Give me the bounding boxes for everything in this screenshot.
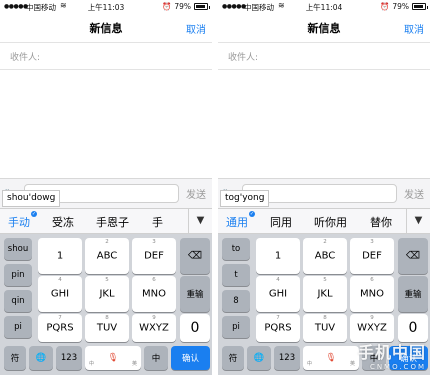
cancel-button[interactable]: 取消: [404, 21, 424, 36]
delete-button[interactable]: ⌫: [180, 238, 210, 274]
battery-percent: 79%: [392, 2, 409, 11]
keyboard: shou pin qin pi 1 2 ABC 3 DEF 4 GHI 5 JKL 6M…: [0, 234, 212, 375]
backspace-icon: ⌫: [405, 250, 421, 262]
candidate-1[interactable]: 通用: [226, 214, 248, 230]
recipient-field[interactable]: 收件人:: [0, 42, 212, 70]
pinyin-option-4[interactable]: pi: [4, 316, 32, 338]
key-7[interactable]: 7 PQRS: [256, 314, 300, 342]
key-1[interactable]: 1: [38, 238, 82, 274]
candidate-2[interactable]: 受冻: [52, 214, 74, 230]
nav-bar: 新信息 取消: [218, 14, 430, 42]
battery-percent: 79%: [174, 2, 191, 11]
candidate-3[interactable]: 手恩子: [96, 214, 129, 230]
pinyin-option-2[interactable]: t: [222, 264, 250, 286]
key-3[interactable]: 3 DEF: [350, 238, 394, 274]
key-3[interactable]: 3 DEF: [132, 238, 176, 274]
space-key[interactable]: 中 🎙 英: [85, 346, 141, 370]
reenter-button[interactable]: 重输: [398, 276, 428, 312]
screen-left: ●●●●● 中国移动 ≋ 上午11:03 ⏰ 79% 新信息 取消 收件人: 📷…: [0, 0, 212, 375]
candidate-4[interactable]: 替你: [370, 214, 392, 230]
send-button[interactable]: 发送: [404, 186, 424, 201]
pinyin-option-3[interactable]: 8: [222, 290, 250, 312]
recipient-label: 收件人:: [10, 53, 41, 63]
delete-button[interactable]: ⌫: [398, 238, 428, 274]
alarm-icon: ⏰: [379, 2, 390, 11]
confirm-button[interactable]: 确认: [171, 346, 210, 370]
send-button[interactable]: 发送: [186, 186, 206, 201]
pinyin-option-3[interactable]: qin: [4, 290, 32, 312]
recipient-label: 收件人:: [228, 53, 259, 63]
symbol-key[interactable]: 符: [222, 346, 244, 370]
pinyin-option-1[interactable]: to: [222, 238, 250, 260]
pinyin-option-1[interactable]: shou: [4, 238, 32, 260]
key-0[interactable]: 0: [398, 314, 428, 342]
pinyin-composition: tog'yong: [220, 190, 270, 207]
symbol-key[interactable]: 符: [4, 346, 26, 370]
candidate-4[interactable]: 手: [152, 214, 163, 230]
key-0[interactable]: 0: [180, 314, 210, 342]
key-4[interactable]: 4 GHI: [256, 276, 300, 312]
pinyin-option-2[interactable]: pin: [4, 264, 32, 286]
watermark-logo: 手机中国 CNMO.COM: [357, 343, 426, 371]
language-switch-key[interactable]: 中: [144, 346, 168, 370]
number-mode-key[interactable]: 123: [274, 346, 300, 370]
candidate-3[interactable]: 听你用: [314, 214, 347, 230]
battery-icon: [412, 3, 428, 10]
candidate-2[interactable]: 同用: [270, 214, 292, 230]
chevron-down-icon[interactable]: ▼: [406, 209, 430, 233]
backspace-icon: ⌫: [187, 250, 203, 262]
battery-icon: [194, 3, 210, 10]
alarm-icon: ⏰: [161, 2, 172, 11]
candidate-bar: 手动 ✓ 受冻 手恩子 手 ▼: [0, 208, 212, 234]
page-title: 新信息: [307, 22, 341, 35]
candidate-bar: 通用 ✓ 同用 听你用 替你 ▼: [218, 208, 430, 234]
pinyin-composition: shou'dowg: [2, 190, 61, 207]
key-8[interactable]: 8 TUV: [303, 314, 347, 342]
cancel-button[interactable]: 取消: [186, 21, 206, 36]
chevron-down-icon[interactable]: ▼: [188, 209, 212, 233]
page-title: 新信息: [89, 22, 123, 35]
recipient-field[interactable]: 收件人:: [218, 42, 430, 70]
number-mode-key[interactable]: 123: [56, 346, 82, 370]
key-6[interactable]: 6 MNO: [132, 276, 176, 312]
check-icon: ✓: [31, 211, 37, 217]
globe-icon[interactable]: 🌐: [29, 346, 53, 370]
key-2[interactable]: 2 ABC: [85, 238, 129, 274]
status-bar: ●●●●● 中国移动 ≋ 上午11:04 ⏰ 79%: [218, 0, 430, 14]
pinyin-option-4[interactable]: pi: [222, 316, 250, 338]
key-2[interactable]: 2 ABC: [303, 238, 347, 274]
reenter-button[interactable]: 重输: [180, 276, 210, 312]
key-7[interactable]: 7 PQRS: [38, 314, 82, 342]
space-key[interactable]: 中 🎙 英: [303, 346, 359, 370]
key-6[interactable]: 6 MNO: [350, 276, 394, 312]
status-bar: ●●●●● 中国移动 ≋ 上午11:03 ⏰ 79%: [0, 0, 212, 14]
screen-right: ●●●●● 中国移动 ≋ 上午11:04 ⏰ 79% 新信息 取消 收件人: 📷…: [218, 0, 430, 375]
key-1[interactable]: 1: [256, 238, 300, 274]
key-8[interactable]: 8 TUV: [85, 314, 129, 342]
key-4[interactable]: 4 GHI: [38, 276, 82, 312]
globe-icon[interactable]: 🌐: [247, 346, 271, 370]
key-9[interactable]: 9 WXYZ: [350, 314, 394, 342]
nav-bar: 新信息 取消: [0, 14, 212, 42]
candidate-1[interactable]: 手动: [8, 214, 30, 230]
check-icon: ✓: [249, 211, 255, 217]
key-5[interactable]: 5 JKL: [85, 276, 129, 312]
key-9[interactable]: 9 WXYZ: [132, 314, 176, 342]
key-5[interactable]: 5 JKL: [303, 276, 347, 312]
